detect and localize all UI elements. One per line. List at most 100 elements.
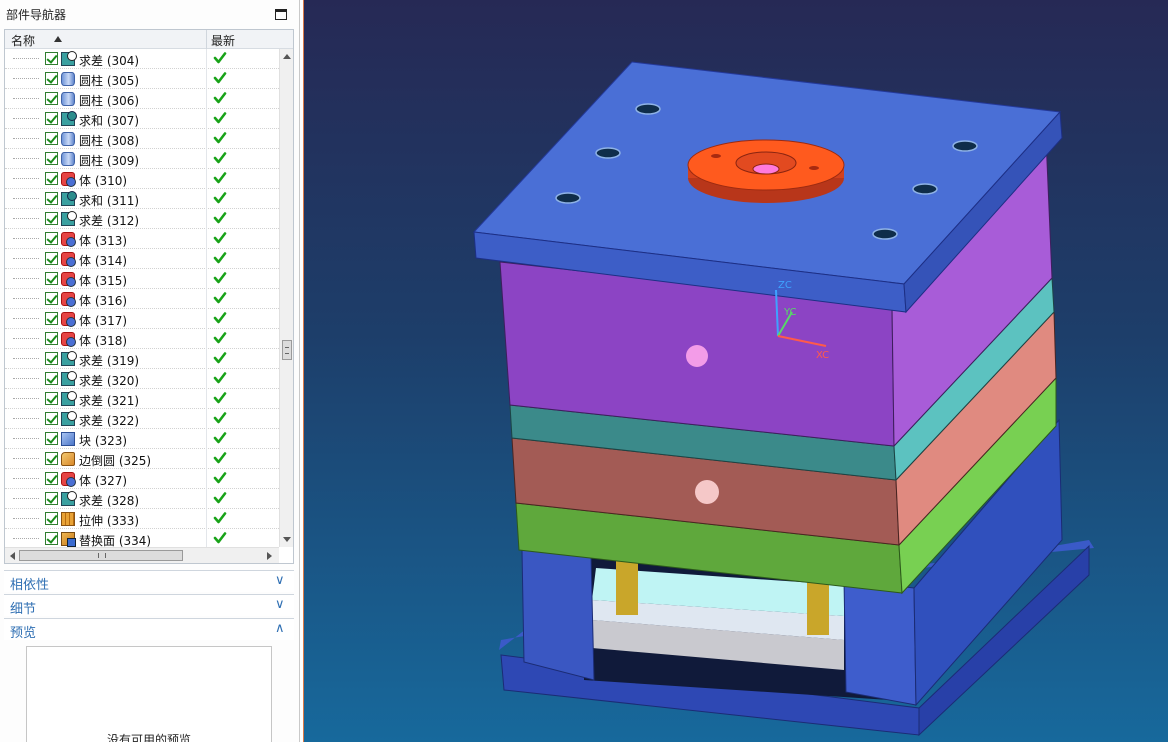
tree-row[interactable]: 边倒圆 (325) [5,449,279,469]
column-header-name[interactable]: 名称 [11,32,35,49]
up-to-date-check-icon [213,252,227,264]
visibility-checkbox[interactable] [45,492,58,505]
graphics-viewport[interactable]: ZC YC XC [303,0,1168,742]
visibility-checkbox[interactable] [45,192,58,205]
column-divider [206,249,207,269]
tree-row[interactable]: 替换面 (334) [5,529,279,547]
tree-row[interactable]: 求差 (321) [5,389,279,409]
tree-row[interactable]: 块 (323) [5,429,279,449]
visibility-checkbox[interactable] [45,152,58,165]
scroll-up-icon[interactable] [283,54,291,59]
maximize-icon[interactable] [275,9,287,20]
tree-row[interactable]: 体 (316) [5,289,279,309]
tree-row[interactable]: 体 (313) [5,229,279,249]
visibility-checkbox[interactable] [45,232,58,245]
visibility-checkbox[interactable] [45,112,58,125]
feature-label: 圆柱 (305) [79,74,140,88]
tree-row[interactable]: 体 (317) [5,309,279,329]
tree-connector [13,138,39,139]
scroll-right-icon[interactable] [267,552,272,560]
tree-row[interactable]: 体 (318) [5,329,279,349]
locating-ring[interactable] [687,139,845,203]
tree-row[interactable]: 求和 (311) [5,189,279,209]
tree-row[interactable]: 求和 (307) [5,109,279,129]
column-divider [206,449,207,469]
tree-row[interactable]: 圆柱 (308) [5,129,279,149]
column-divider [206,169,207,189]
body-icon [61,472,76,487]
tree-row[interactable]: 求差 (328) [5,489,279,509]
body-icon [61,172,76,187]
visibility-checkbox[interactable] [45,92,58,105]
visibility-checkbox[interactable] [45,332,58,345]
up-to-date-check-icon [213,72,227,84]
column-divider [206,489,207,509]
tree-row[interactable]: 求差 (319) [5,349,279,369]
visibility-checkbox[interactable] [45,132,58,145]
up-to-date-check-icon [213,352,227,364]
visibility-checkbox[interactable] [45,472,58,485]
visibility-checkbox[interactable] [45,172,58,185]
visibility-checkbox[interactable] [45,52,58,65]
tree-row[interactable]: 圆柱 (306) [5,89,279,109]
sort-ascending-icon[interactable] [54,36,62,42]
chevron-down-icon[interactable]: ∨ [275,573,285,588]
visibility-checkbox[interactable] [45,212,58,225]
feature-label: 求和 (311) [79,194,140,208]
up-to-date-check-icon [213,172,227,184]
tree-row[interactable]: 求差 (322) [5,409,279,429]
tree-row[interactable]: 体 (310) [5,169,279,189]
visibility-checkbox[interactable] [45,412,58,425]
feature-tree: 名称 最新 求差 (304) 圆柱 (305) 圆柱 (306) 求和 (307) 圆柱… [4,29,294,564]
tree-row[interactable]: 圆柱 (305) [5,69,279,89]
tree-connector [13,238,39,239]
tree-row[interactable]: 体 (314) [5,249,279,269]
feature-label: 体 (317) [79,314,128,328]
visibility-checkbox[interactable] [45,352,58,365]
vertical-scroll-thumb[interactable] [282,340,292,360]
support-rail-right-front [843,579,917,706]
column-header-latest[interactable]: 最新 [211,32,235,49]
column-divider [206,329,207,349]
column-divider [206,289,207,309]
visibility-checkbox[interactable] [45,532,58,545]
tree-row[interactable]: 体 (327) [5,469,279,489]
tree-row[interactable]: 求差 (320) [5,369,279,389]
tree-row[interactable]: 求差 (312) [5,209,279,229]
visibility-checkbox[interactable] [45,72,58,85]
vertical-scrollbar[interactable] [279,49,293,547]
feature-label: 求差 (319) [79,354,140,368]
chevron-up-icon[interactable]: ∧ [275,621,285,636]
tree-row[interactable]: 圆柱 (309) [5,149,279,169]
visibility-checkbox[interactable] [45,432,58,445]
visibility-checkbox[interactable] [45,292,58,305]
visibility-checkbox[interactable] [45,512,58,525]
visibility-checkbox[interactable] [45,452,58,465]
xc-label: XC [816,350,829,361]
visibility-checkbox[interactable] [45,252,58,265]
up-to-date-check-icon [213,512,227,524]
details-section[interactable]: 细节 ∨ [4,594,294,617]
visibility-checkbox[interactable] [45,372,58,385]
replace-face-icon [61,532,76,547]
visibility-checkbox[interactable] [45,272,58,285]
horizontal-scroll-thumb[interactable] [19,550,183,561]
mold-assembly-model[interactable]: ZC YC XC [304,0,1168,742]
tree-connector [13,158,39,159]
column-divider[interactable] [206,30,207,49]
visibility-checkbox[interactable] [45,392,58,405]
visibility-checkbox[interactable] [45,312,58,325]
tree-row[interactable]: 拉伸 (333) [5,509,279,529]
preview-section[interactable]: 预览 ∧ [4,618,294,641]
tree-row[interactable]: 求差 (304) [5,49,279,69]
column-divider [206,369,207,389]
subtract-icon [61,411,77,426]
tree-row[interactable]: 体 (315) [5,269,279,289]
horizontal-scrollbar[interactable] [5,547,279,563]
preview-empty-text: 没有可用的预览 [106,733,191,742]
scroll-left-icon[interactable] [10,552,15,560]
chevron-down-icon[interactable]: ∨ [275,597,285,612]
scroll-down-icon[interactable] [283,537,291,542]
dependencies-section[interactable]: 相依性 ∨ [4,570,294,593]
tree-connector [13,418,39,419]
